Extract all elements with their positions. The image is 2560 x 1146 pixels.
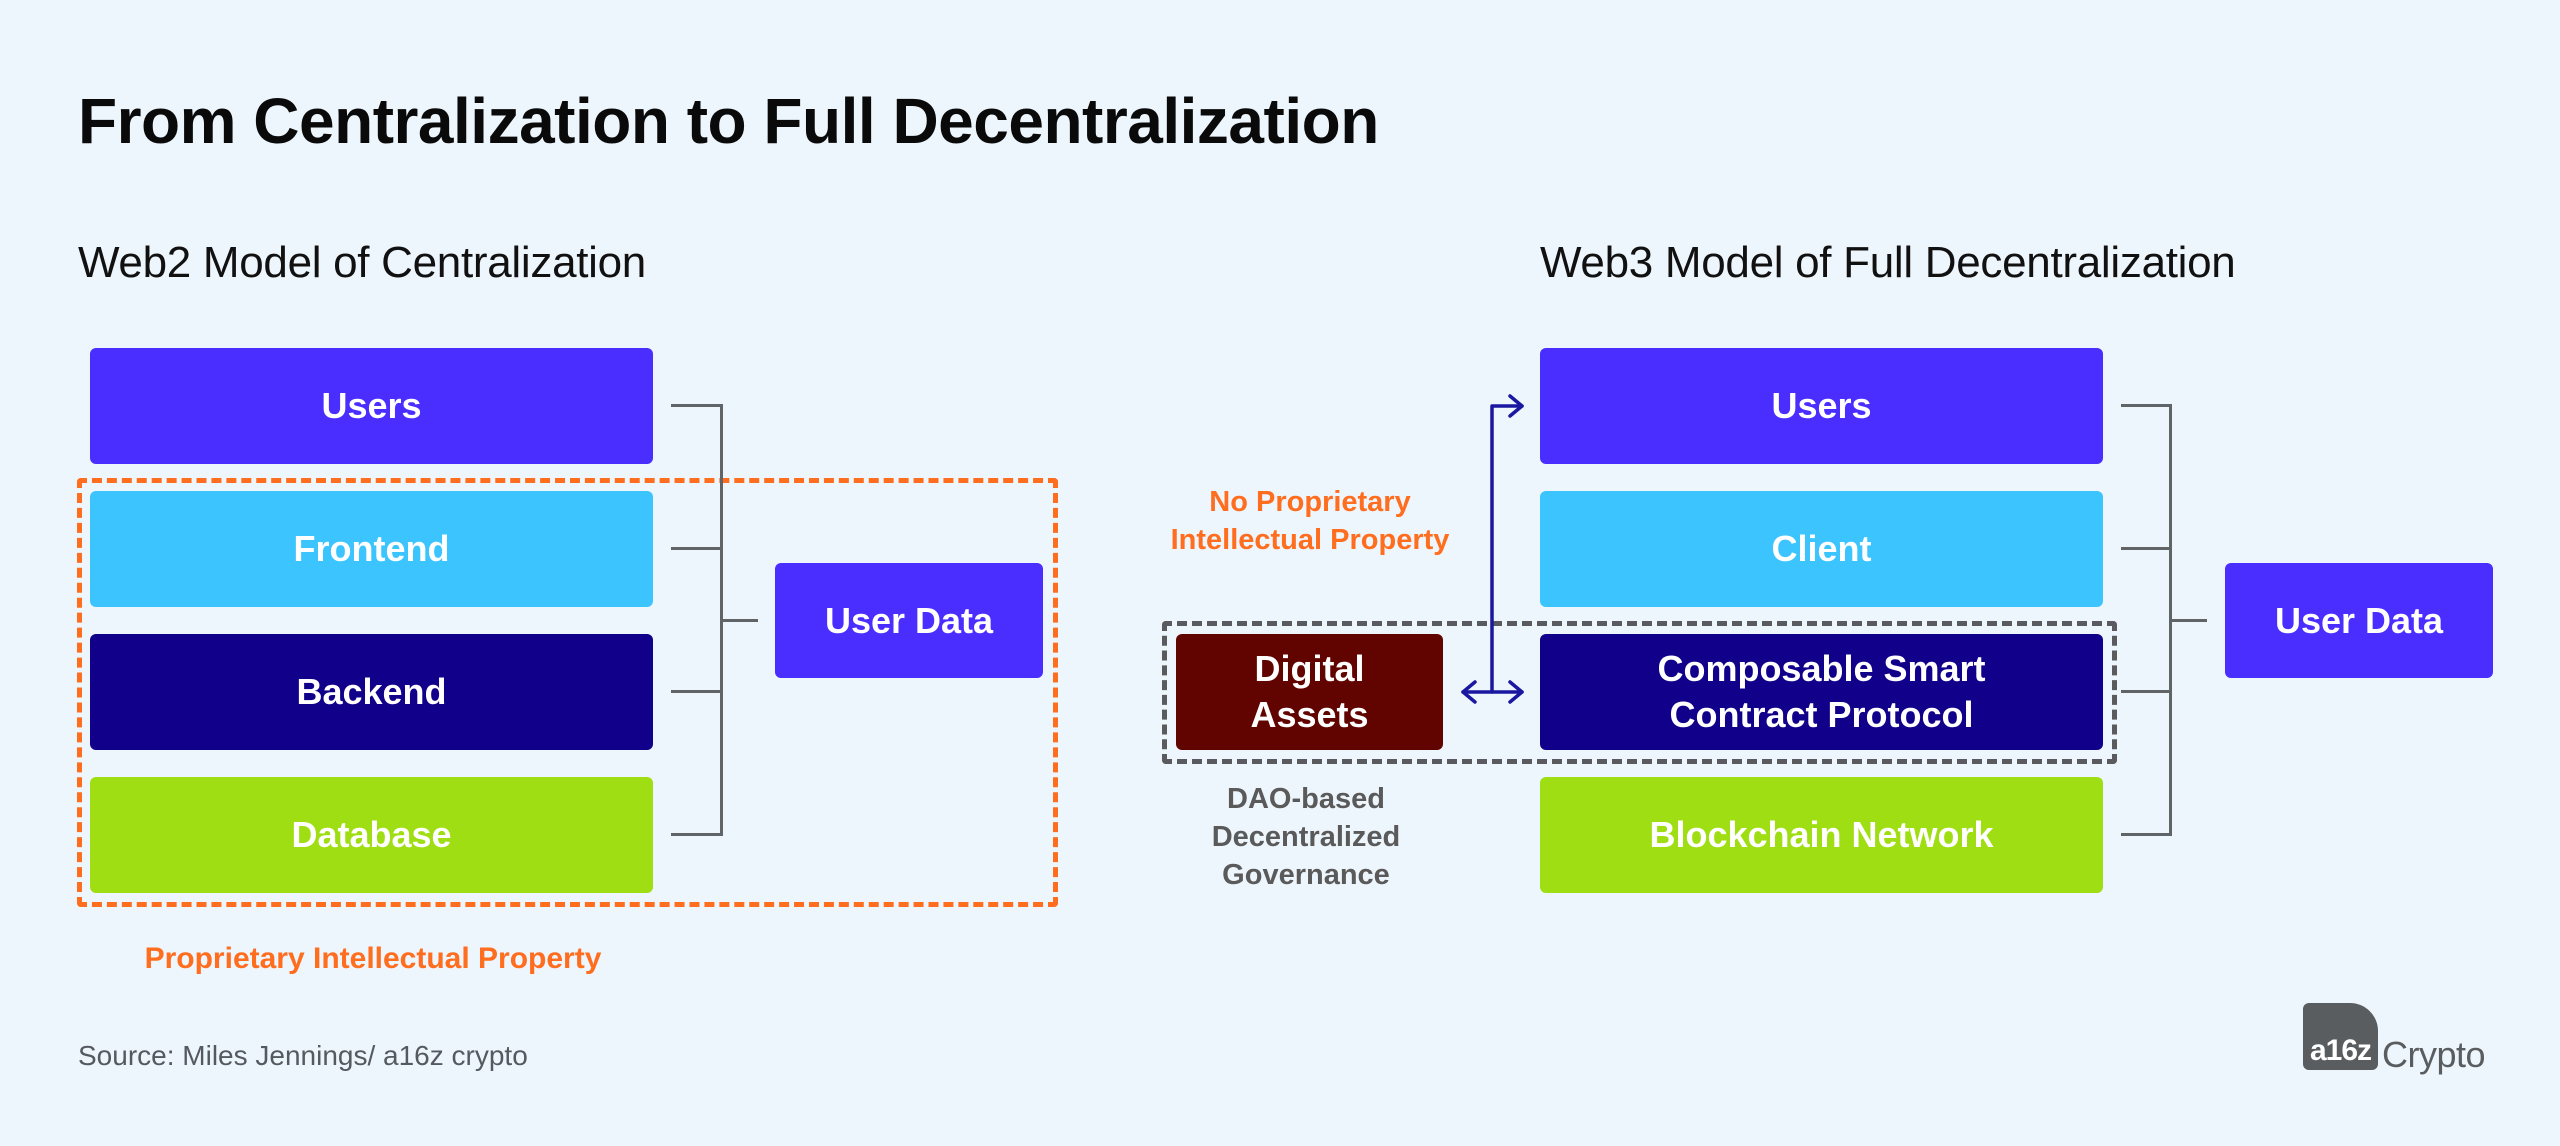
a16z-logo-mark: a16z bbox=[2303, 1003, 2378, 1070]
bracket-tick bbox=[2121, 690, 2172, 693]
logo-mark-text: a16z bbox=[2309, 1034, 2372, 1067]
bracket-tick bbox=[2121, 833, 2172, 836]
bracket-tick bbox=[2121, 547, 2172, 550]
bracket-tick bbox=[2121, 404, 2172, 407]
arrow-to-users bbox=[1490, 404, 1524, 694]
asset-flow-arrows bbox=[1461, 394, 1524, 704]
source-citation: Source: Miles Jennings/ a16z crypto bbox=[78, 1040, 528, 1071]
bracket-connector bbox=[2169, 619, 2207, 622]
a16z-logo-word: Crypto bbox=[2382, 1034, 2486, 1075]
web3-user-data: User Data bbox=[2225, 563, 2493, 678]
user-data-label: User Data bbox=[2274, 599, 2444, 641]
